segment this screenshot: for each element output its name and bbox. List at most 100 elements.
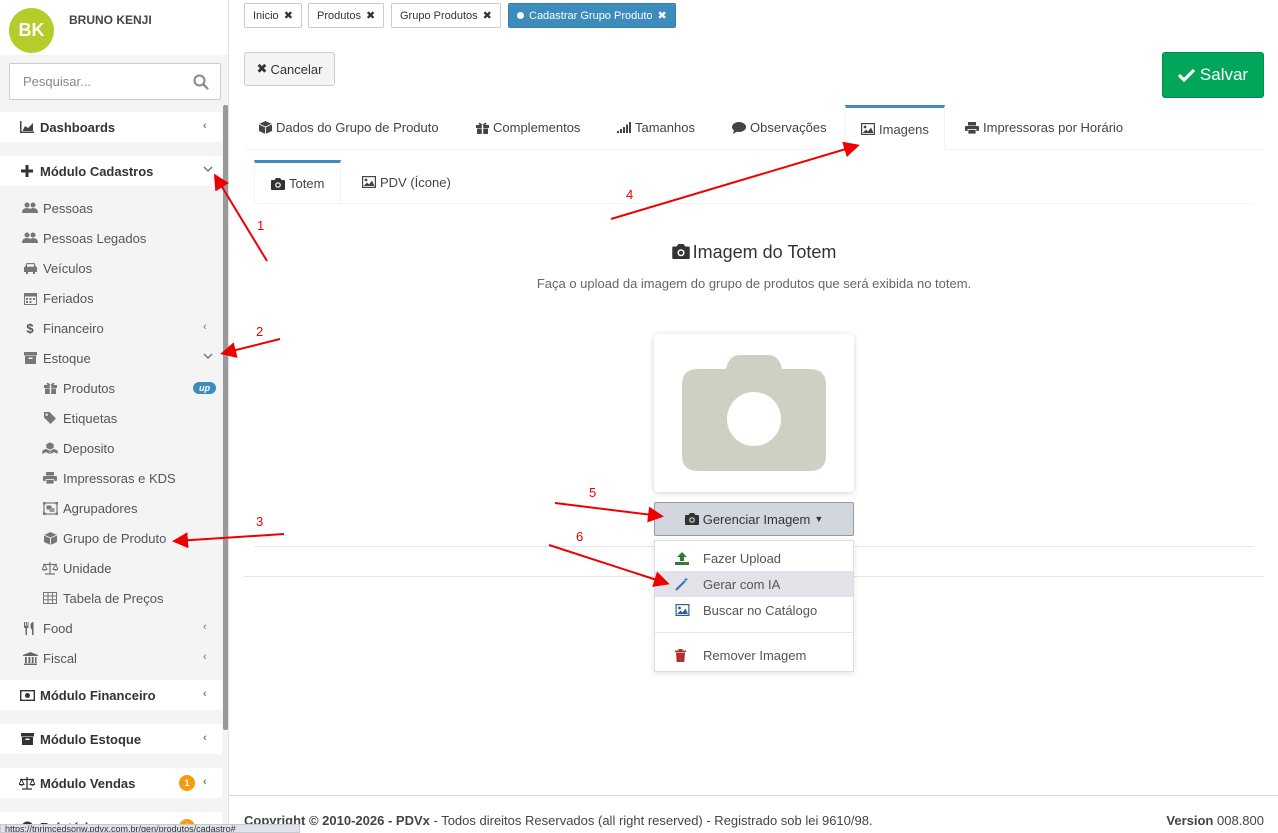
- footer-version: Version 008.800: [1166, 813, 1264, 828]
- cancel-button[interactable]: ✖ Cancelar: [244, 52, 335, 86]
- avatar[interactable]: BK: [9, 8, 54, 53]
- chevron-left-icon: ‹: [203, 321, 207, 333]
- times-icon: ✖: [256, 61, 268, 76]
- top-tab-produtos[interactable]: Produtos ✖: [308, 3, 385, 28]
- sidebar-item-food[interactable]: Food ‹: [0, 613, 222, 643]
- object-group-icon: [42, 501, 58, 515]
- top-tab-cadastrar-grupo-produto[interactable]: Cadastrar Grupo Produto ✖: [508, 3, 676, 28]
- annotation-label-5: 5: [589, 485, 597, 500]
- close-icon[interactable]: ✖: [366, 9, 375, 22]
- sidebar-item-impressoras-kds[interactable]: Impressoras e KDS: [0, 463, 222, 493]
- sidebar-item-pessoas-legados[interactable]: Pessoas Legados: [0, 223, 222, 253]
- chevron-left-icon: ‹: [203, 776, 207, 788]
- tab-impressoras-horario[interactable]: Impressoras por Horário: [950, 105, 1130, 150]
- active-dot-icon: [517, 12, 524, 19]
- camera-icon: [271, 177, 285, 190]
- users-icon: [22, 201, 38, 215]
- sidebar-item-tabela-precos[interactable]: Tabela de Preços: [0, 583, 222, 613]
- annotation-label-4: 4: [626, 187, 634, 202]
- area-chart-icon: [19, 120, 35, 134]
- chevron-down-icon: [203, 164, 213, 176]
- tab-totem[interactable]: Totem: [254, 160, 341, 204]
- sidebar-item-grupo-produto[interactable]: Grupo de Produto: [0, 523, 222, 553]
- table-icon: [42, 591, 58, 605]
- sub-tabs: Totem PDV (Ícone): [254, 160, 1254, 204]
- chevron-left-icon: ‹: [203, 120, 207, 132]
- sidebar-scrollbar[interactable]: [223, 105, 228, 730]
- sidebar-item-produtos[interactable]: Produtos up: [0, 373, 222, 403]
- menu-item-fazer-upload[interactable]: Fazer Upload: [655, 545, 853, 571]
- sidebar-item-etiquetas[interactable]: Etiquetas: [0, 403, 222, 433]
- sidebar-item-fiscal[interactable]: Fiscal ‹: [0, 643, 222, 673]
- notification-badge: 1: [179, 775, 195, 791]
- sidebar-item-pessoas[interactable]: Pessoas: [0, 193, 222, 223]
- search-icon[interactable]: [193, 74, 209, 90]
- sidebar: BK BRUNO KENJI Dashboards ‹ Módulo Cadas…: [0, 0, 229, 833]
- trash-icon: [675, 648, 691, 662]
- sidebar-search: [9, 63, 221, 100]
- tab-dados-grupo-produto[interactable]: Dados do Grupo de Produto: [244, 105, 456, 150]
- annotation-arrow-6: [548, 544, 670, 587]
- sidebar-item-modulo-financeiro[interactable]: Módulo Financeiro ‹: [0, 680, 222, 710]
- chevron-left-icon: ‹: [203, 651, 207, 663]
- search-input[interactable]: [10, 64, 180, 99]
- cubes-icon: [42, 441, 58, 455]
- annotation-label-6: 6: [576, 529, 584, 544]
- sidebar-item-veiculos[interactable]: Veículos: [0, 253, 222, 283]
- chevron-left-icon: ‹: [203, 621, 207, 633]
- menu-item-gerar-ia[interactable]: Gerar com IA: [655, 571, 853, 597]
- sidebar-item-modulo-cadastros[interactable]: Módulo Cadastros: [0, 156, 222, 186]
- close-icon[interactable]: ✖: [483, 9, 492, 22]
- chevron-left-icon: ‹: [203, 688, 207, 700]
- sidebar-item-modulo-estoque[interactable]: Módulo Estoque ‹: [0, 724, 222, 754]
- status-bar-url: https://tnrjmcedsonw.pdvx.com.br/gen/pro…: [0, 824, 300, 833]
- users-icon: [22, 231, 38, 245]
- tab-complementos[interactable]: Complementos: [461, 105, 591, 150]
- menu-item-buscar-catalogo[interactable]: Buscar no Catálogo: [655, 597, 853, 623]
- image-preview[interactable]: [654, 334, 854, 492]
- gift-icon: [476, 122, 489, 134]
- bank-icon: [22, 651, 38, 665]
- sidebar-item-feriados[interactable]: Feriados: [0, 283, 222, 313]
- user-panel: BK BRUNO KENJI: [0, 0, 228, 55]
- top-tab-inicio[interactable]: Inicio ✖: [244, 3, 302, 28]
- magic-wand-icon: [675, 577, 691, 591]
- tab-pdv-icone[interactable]: PDV (Ícone): [346, 160, 461, 204]
- menu-divider: [655, 632, 853, 633]
- print-icon: [42, 471, 58, 485]
- cube-icon: [259, 121, 272, 134]
- annotation-arrow-2: [220, 338, 281, 358]
- menu-item-remover-imagem[interactable]: Remover Imagem: [655, 642, 853, 668]
- footer-brand-link[interactable]: PDVx: [396, 813, 430, 828]
- annotation-label-3: 3: [256, 514, 264, 529]
- manage-image-button[interactable]: Gerenciar Imagem ▼: [654, 502, 854, 536]
- image-icon: [362, 176, 376, 188]
- upload-icon: [675, 551, 691, 565]
- close-icon[interactable]: ✖: [284, 9, 293, 22]
- save-button[interactable]: Salvar: [1162, 52, 1264, 98]
- camera-icon: [671, 244, 690, 259]
- sidebar-item-dashboards[interactable]: Dashboards ‹: [0, 112, 222, 142]
- section-title: Imagem do Totem: [254, 242, 1254, 263]
- sidebar-item-estoque[interactable]: Estoque: [0, 343, 222, 373]
- annotation-label-2: 2: [256, 324, 264, 339]
- image-icon: [861, 123, 875, 135]
- tab-observacoes[interactable]: Observações: [717, 105, 841, 150]
- update-badge: up: [193, 382, 216, 394]
- tab-tamanhos[interactable]: Tamanhos: [602, 105, 712, 150]
- footer-copyright: Copyright © 2010-2026 - PDVx - Todos dir…: [244, 813, 873, 828]
- sidebar-item-modulo-vendas[interactable]: Módulo Vendas 1 ‹: [0, 768, 222, 798]
- car-icon: [22, 261, 38, 275]
- archive-icon: [22, 351, 38, 365]
- sidebar-item-deposito[interactable]: Deposito: [0, 433, 222, 463]
- sidebar-item-unidade[interactable]: Unidade: [0, 553, 222, 583]
- footer: Copyright © 2010-2026 - PDVx - Todos dir…: [229, 795, 1278, 833]
- user-name: BRUNO KENJI: [69, 13, 152, 27]
- cube-icon: [42, 531, 58, 545]
- sidebar-item-agrupadores[interactable]: Agrupadores: [0, 493, 222, 523]
- sidebar-item-financeiro[interactable]: $ Financeiro ‹: [0, 313, 222, 343]
- close-icon[interactable]: ✖: [658, 9, 667, 22]
- archive-icon: [19, 732, 35, 746]
- tab-imagens[interactable]: Imagens: [845, 105, 945, 150]
- top-tab-grupo-produtos[interactable]: Grupo Produtos ✖: [391, 3, 501, 28]
